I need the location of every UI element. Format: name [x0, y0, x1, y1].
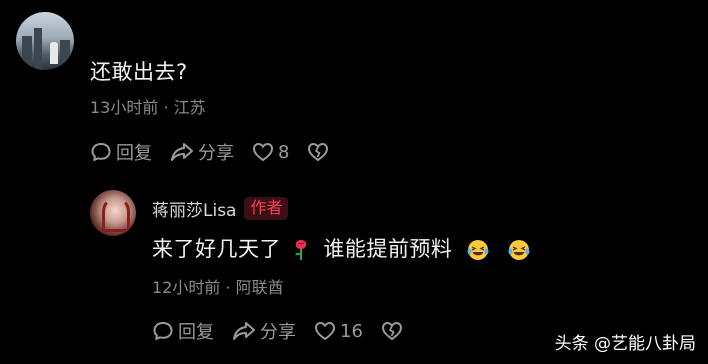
heart-icon — [315, 322, 335, 340]
author-row: 蒋丽莎Lisa 作者 — [152, 196, 289, 221]
chat-bubble-icon — [153, 322, 173, 340]
reply-text-tail: 谁能提前预料 — [323, 237, 453, 261]
like-count: 16 — [340, 320, 363, 342]
author-badge: 作者 — [244, 197, 289, 220]
like-button[interactable]: 16 — [314, 321, 363, 342]
reply-meta: 12小时前 · 阿联酋 — [152, 278, 284, 297]
comment-text: 还敢出去? — [90, 60, 188, 84]
dislike-button[interactable] — [381, 321, 407, 341]
comment-actions: 回复 分享 8 — [90, 139, 351, 165]
laughing-emoji-icon — [508, 240, 530, 260]
chat-bubble-icon — [91, 143, 111, 161]
broken-heart-icon — [381, 322, 402, 340]
watermark: 头条 @艺能八卦局 — [554, 334, 696, 354]
author-avatar[interactable] — [90, 190, 136, 236]
broken-heart-icon — [308, 143, 329, 161]
rose-emoji-icon — [295, 240, 307, 260]
dislike-button[interactable] — [307, 142, 333, 162]
reply-label: 回复 — [178, 322, 214, 343]
reply-actions: 回复 分享 16 — [152, 318, 425, 344]
author-name[interactable]: 蒋丽莎Lisa — [152, 196, 236, 221]
reply-button[interactable]: 回复 — [152, 318, 214, 344]
avatar-person — [50, 42, 58, 64]
heart-icon — [253, 143, 273, 161]
reply-button[interactable]: 回复 — [90, 139, 152, 165]
share-label: 分享 — [198, 143, 234, 164]
like-button[interactable]: 8 — [252, 142, 289, 163]
share-arrow-icon — [233, 322, 255, 340]
avatar-mark — [102, 198, 130, 232]
avatar-building — [34, 28, 42, 70]
share-arrow-icon — [171, 143, 193, 161]
comment-meta: 13小时前 · 江苏 — [90, 98, 206, 117]
laughing-emoji-icon — [467, 240, 489, 260]
avatar-building — [60, 40, 70, 70]
reply-label: 回复 — [116, 143, 152, 164]
avatar-building — [22, 36, 32, 70]
share-button[interactable]: 分享 — [232, 318, 296, 344]
share-button[interactable]: 分享 — [170, 139, 234, 165]
reply-text: 来了好几天了 谁能提前预料 — [152, 233, 531, 263]
like-count: 8 — [278, 141, 290, 163]
commenter-avatar[interactable] — [16, 12, 74, 70]
reply-text-main: 来了好几天了 — [152, 237, 281, 261]
share-label: 分享 — [260, 322, 296, 343]
